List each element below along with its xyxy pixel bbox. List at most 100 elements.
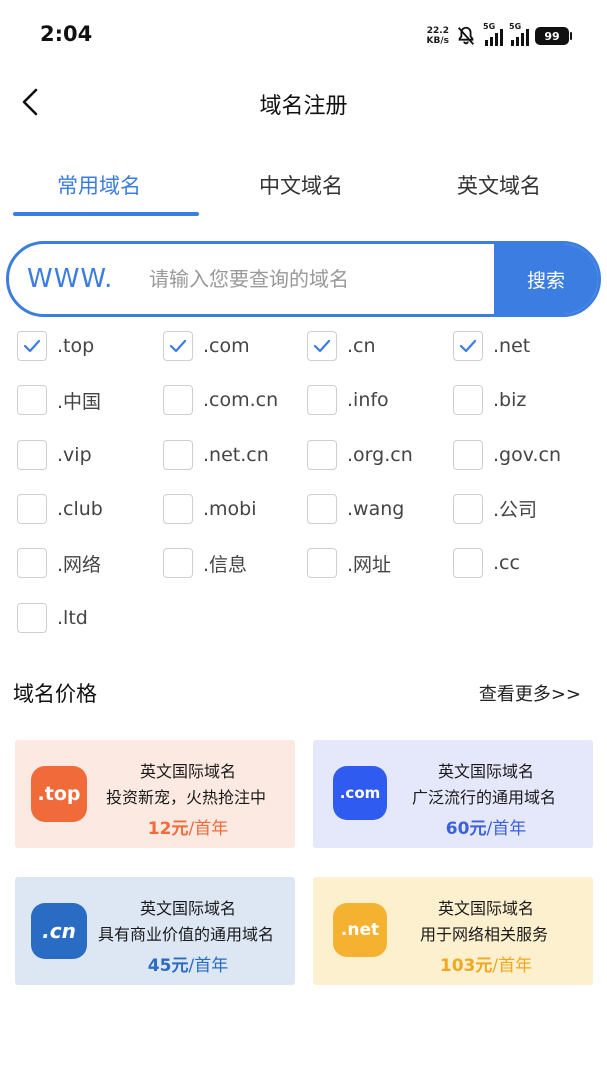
domain-suffix-label: .vip: [57, 443, 92, 466]
price-card-top[interactable]: .top 英文国际域名 投资新宠，火热抢注中 12元/首年: [15, 740, 295, 848]
tab-english-domains[interactable]: 英文域名: [457, 170, 541, 200]
bell-muted-icon: [457, 26, 475, 45]
domain-suffix-label: .biz: [493, 389, 527, 412]
checkbox[interactable]: [453, 493, 483, 524]
price-card-net[interactable]: .net 英文国际域名 用于网络相关服务 103元/首年: [313, 877, 593, 985]
checkbox[interactable]: [163, 548, 193, 579]
domain-option[interactable]: .mobi: [163, 491, 257, 527]
logo-text: .cn: [42, 919, 76, 943]
price-card-cn[interactable]: .cn 英文国际域名 具有商业价值的通用域名 45元/首年: [15, 877, 295, 985]
domain-option[interactable]: .com: [163, 328, 250, 364]
checkbox[interactable]: [307, 439, 337, 470]
domain-option[interactable]: .网络: [17, 545, 101, 581]
domain-option[interactable]: .ltd: [17, 600, 88, 636]
checkmark-icon: [23, 339, 41, 353]
signal-5g-icon: 5G: [483, 22, 503, 46]
logo-text: .net: [340, 920, 380, 940]
signal-label-2: 5G: [509, 22, 522, 31]
signal-label: 5G: [483, 22, 496, 31]
domain-option[interactable]: .info: [307, 382, 389, 418]
active-tab-indicator: [13, 212, 199, 216]
checkmark-icon: [313, 339, 331, 353]
domain-tabs: 常用域名 中文域名 英文域名: [0, 160, 607, 220]
domain-suffix-label: .cc: [493, 552, 520, 575]
domain-option[interactable]: .org.cn: [307, 437, 413, 473]
domain-suffix-label: .信息: [203, 553, 248, 576]
checkbox[interactable]: [453, 331, 483, 361]
price-value: 45元: [147, 956, 189, 976]
checkbox[interactable]: [17, 548, 47, 579]
checkbox[interactable]: [17, 331, 47, 361]
domain-option[interactable]: .com.cn: [163, 382, 278, 418]
domain-suffix-label: .gov.cn: [493, 443, 562, 466]
signal-5g-icon-2: 5G: [509, 22, 529, 46]
checkbox[interactable]: [307, 493, 337, 524]
checkbox[interactable]: [17, 385, 47, 416]
card-price: 60元/首年: [383, 814, 589, 839]
domain-search-input[interactable]: [137, 244, 494, 314]
checkbox[interactable]: [163, 493, 193, 524]
card-price: 103元/首年: [383, 951, 589, 976]
status-bar: 2:04 22.2 KB/s 5G 5G 99: [0, 0, 607, 72]
checkbox[interactable]: [453, 439, 483, 470]
card-title: 英文国际域名: [437, 899, 534, 918]
domain-suffix-label: .net: [493, 335, 531, 357]
domain-option[interactable]: .信息: [163, 545, 247, 581]
domain-option[interactable]: .biz: [453, 382, 526, 418]
checkbox[interactable]: [17, 602, 47, 633]
price-section-title: 域名价格: [13, 682, 97, 706]
status-icons: 22.2 KB/s 5G 5G 99: [426, 22, 572, 50]
price-unit: /首年: [188, 819, 229, 839]
logo-text: .top: [37, 783, 81, 805]
checkbox[interactable]: [307, 331, 337, 361]
price-unit: /首年: [188, 956, 229, 976]
view-more-link[interactable]: 查看更多>>: [479, 680, 581, 706]
card-price: 45元/首年: [85, 951, 291, 976]
checkbox[interactable]: [17, 493, 47, 524]
tab-common-domains[interactable]: 常用域名: [57, 170, 141, 200]
search-button[interactable]: 搜索: [494, 244, 598, 314]
domain-option[interactable]: .公司: [453, 491, 537, 527]
domain-suffix-label: .cn: [347, 335, 376, 357]
domain-suffix-label: .公司: [493, 499, 538, 522]
domain-suffix-label: .wang: [347, 497, 405, 520]
checkbox[interactable]: [17, 439, 47, 470]
card-description: 用于网络相关服务: [419, 925, 548, 944]
network-speed-value: 22.2: [426, 26, 449, 36]
domain-option[interactable]: .club: [17, 491, 103, 527]
tab-chinese-domains[interactable]: 中文域名: [259, 170, 343, 200]
checkbox[interactable]: [307, 385, 337, 416]
checkmark-icon: [459, 339, 477, 353]
domain-suffix-label: .com.cn: [203, 389, 279, 412]
checkbox[interactable]: [163, 385, 193, 416]
card-description: 广泛流行的通用域名: [411, 788, 556, 807]
price-card-com[interactable]: .com 英文国际域名 广泛流行的通用域名 60元/首年: [313, 740, 593, 848]
checkbox[interactable]: [163, 331, 193, 361]
card-price: 12元/首年: [85, 814, 291, 839]
checkbox[interactable]: [453, 385, 483, 416]
checkbox[interactable]: [307, 548, 337, 579]
domain-search-bar: WWW. 搜索: [6, 241, 601, 317]
domain-option[interactable]: .网址: [307, 545, 391, 581]
domain-option[interactable]: .gov.cn: [453, 437, 561, 473]
price-unit: /首年: [486, 819, 527, 839]
price-unit: /首年: [492, 956, 533, 976]
domain-option[interactable]: .cc: [453, 545, 520, 581]
domain-suffix-label: .网络: [57, 553, 102, 576]
domain-option[interactable]: .top: [17, 328, 94, 364]
domain-option[interactable]: .cn: [307, 328, 376, 364]
checkmark-icon: [169, 339, 187, 353]
domain-suffix-label: .top: [57, 335, 95, 357]
domain-option[interactable]: .net: [453, 328, 530, 364]
domain-suffix-label: .club: [57, 497, 103, 520]
checkbox[interactable]: [163, 439, 193, 470]
domain-option[interactable]: .中国: [17, 382, 101, 418]
card-title: 英文国际域名: [139, 762, 236, 781]
domain-option[interactable]: .wang: [307, 491, 404, 527]
domain-option[interactable]: .net.cn: [163, 437, 269, 473]
price-value: 12元: [147, 819, 189, 839]
domain-suffix-label: .net.cn: [203, 443, 269, 466]
checkbox[interactable]: [453, 548, 483, 579]
domain-option[interactable]: .vip: [17, 437, 92, 473]
price-value: 60元: [445, 819, 487, 839]
